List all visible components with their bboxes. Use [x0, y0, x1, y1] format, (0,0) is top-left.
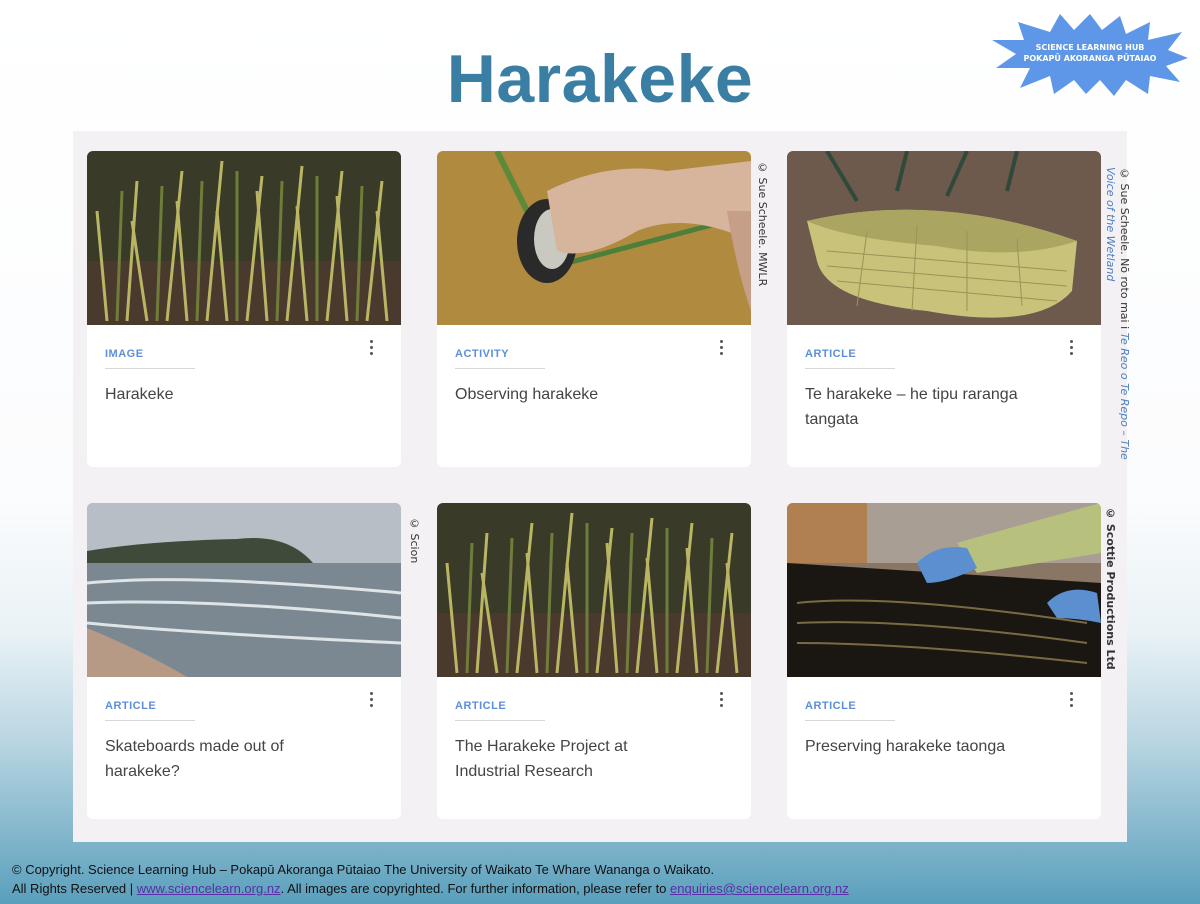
card-title[interactable]: Skateboards made out of harakeke?: [105, 734, 345, 784]
logo-line-1: SCIENCE LEARNING HUB: [1035, 43, 1145, 52]
divider: [805, 720, 895, 721]
card-type-label: ARTICLE: [455, 700, 507, 712]
more-options-icon[interactable]: [711, 690, 731, 710]
image-credit: © Scion: [408, 517, 421, 564]
resource-card[interactable]: ARTICLE The Harakeke Project at Industri…: [437, 503, 751, 819]
copyright-notice: . All images are copyrighted. For furthe…: [280, 881, 671, 896]
copyright-footer: © Copyright. Science Learning Hub – Poka…: [12, 860, 849, 898]
card-title[interactable]: Harakeke: [105, 382, 345, 407]
science-learning-hub-logo[interactable]: SCIENCE LEARNING HUB POKAPŪ AKORANGA PŪT…: [990, 10, 1190, 98]
logo-line-2: POKAPŪ AKORANGA PŪTAIAO: [1023, 54, 1157, 63]
image-credit: © Scottie Productions Ltd: [1104, 507, 1117, 670]
credit-text: © Sue Scheele. Nō roto mai i: [1118, 167, 1131, 333]
card-type-label: IMAGE: [105, 348, 144, 360]
card-type-label: ARTICLE: [105, 700, 157, 712]
card-title[interactable]: Te harakeke – he tipu raranga tangata: [805, 382, 1045, 432]
copyright-line: © Copyright. Science Learning Hub – Poka…: [12, 862, 715, 877]
card-type-label: ACTIVITY: [455, 348, 510, 360]
more-options-icon[interactable]: [1061, 690, 1081, 710]
resource-card[interactable]: IMAGE Harakeke: [87, 151, 401, 467]
divider: [105, 368, 195, 369]
more-options-icon[interactable]: [711, 338, 731, 358]
more-options-icon[interactable]: [361, 690, 381, 710]
resource-grid: IMAGE Harakeke ACTIVITY Observing harake…: [73, 131, 1131, 842]
card-type-label: ARTICLE: [805, 348, 857, 360]
image-credit: © Sue Scheele. MWLR: [756, 161, 769, 287]
card-image-gloved-hands-textile: [787, 503, 1101, 677]
divider: [455, 720, 545, 721]
resource-card[interactable]: ARTICLE Te harakeke – he tipu raranga ta…: [787, 151, 1101, 467]
card-image-flax-plants: [87, 151, 401, 325]
divider: [105, 720, 195, 721]
card-title[interactable]: The Harakeke Project at Industrial Resea…: [455, 734, 695, 784]
resource-card[interactable]: ARTICLE Skateboards made out of harakeke…: [87, 503, 401, 819]
rights-text: All Rights Reserved |: [12, 881, 137, 896]
more-options-icon[interactable]: [1061, 338, 1081, 358]
card-title[interactable]: Preserving harakeke taonga: [805, 734, 1045, 759]
card-type-label: ARTICLE: [805, 700, 857, 712]
card-image-flax-plants: [437, 503, 751, 677]
card-image-beach-waves: [87, 503, 401, 677]
divider: [805, 368, 895, 369]
divider: [455, 368, 545, 369]
more-options-icon[interactable]: [361, 338, 381, 358]
card-image-shell-scraping-flax: [437, 151, 751, 325]
resource-card[interactable]: ARTICLE Preserving harakeke taonga: [787, 503, 1101, 819]
email-link[interactable]: enquiries@sciencelearn.org.nz: [670, 881, 849, 896]
website-link[interactable]: www.sciencelearn.org.nz: [137, 881, 281, 896]
card-image-woven-basket: [787, 151, 1101, 325]
image-credit: © Sue Scheele. Nō roto mai i Te Reo o Te…: [1103, 167, 1131, 467]
card-title[interactable]: Observing harakeke: [455, 382, 695, 407]
resource-card[interactable]: ACTIVITY Observing harakeke: [437, 151, 751, 467]
